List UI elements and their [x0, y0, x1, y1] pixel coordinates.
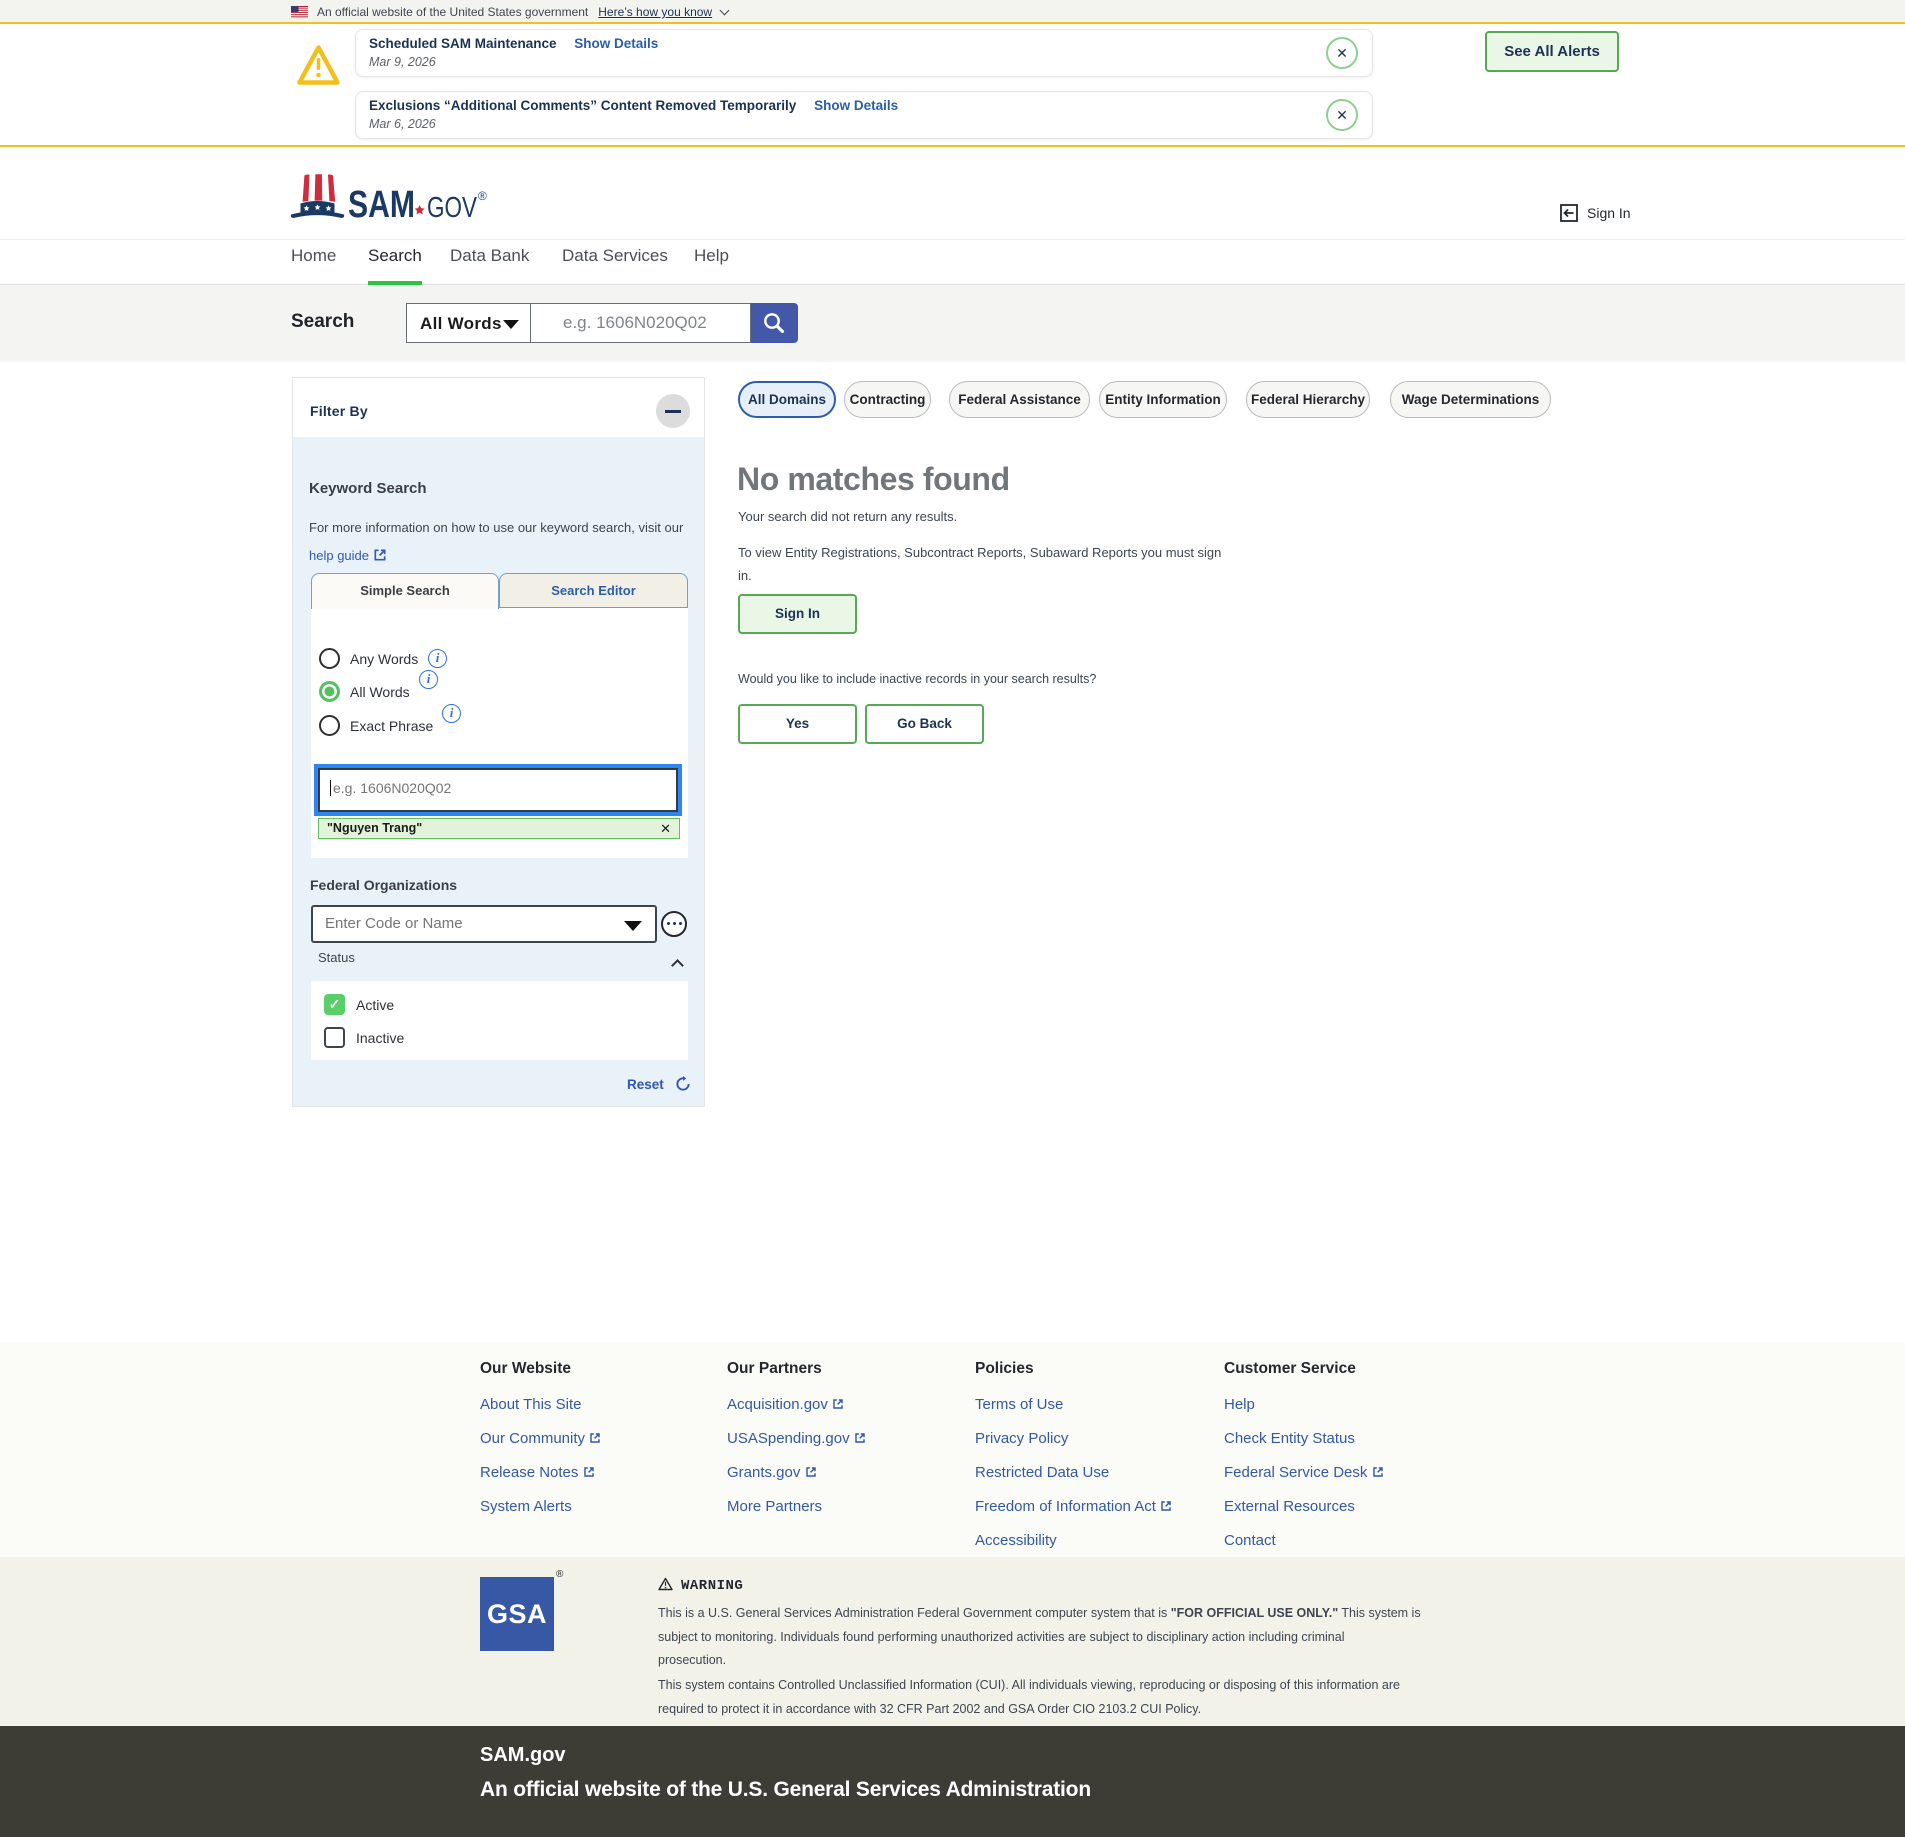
svg-text:SAM: SAM: [348, 184, 415, 222]
svg-text:®: ®: [478, 189, 487, 203]
svg-text:GOV: GOV: [427, 192, 478, 222]
